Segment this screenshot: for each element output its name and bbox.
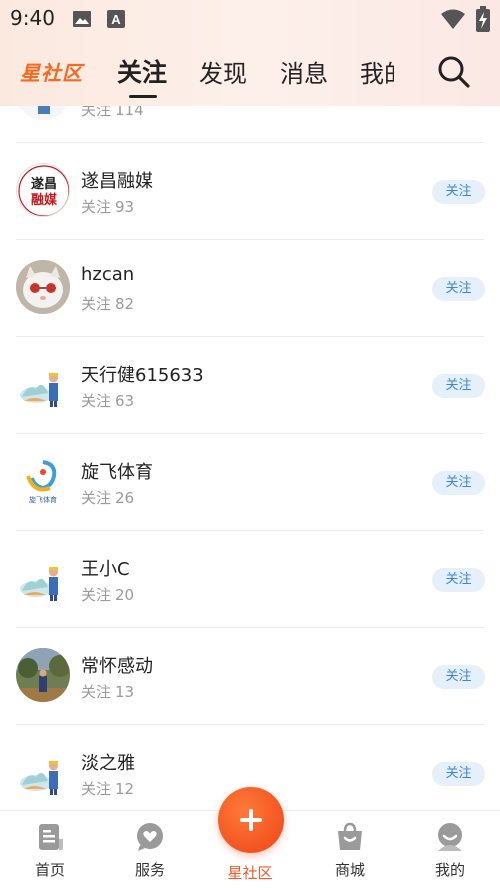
following-list: 关注 114 遂昌 融媒 遂昌融媒 关注 93 关注 hzcan 关注 82 关… [0,106,500,810]
follow-button[interactable]: 关注 [432,277,485,301]
tab-discover[interactable]: 发现 [199,54,247,89]
a-box-icon: A [107,10,125,28]
avatar-photo[interactable] [16,260,70,314]
nav-label: 星社区 [227,864,273,882]
user-name[interactable]: 遂昌融媒 [81,167,153,193]
nav-profile[interactable]: 我的 [400,811,500,888]
follower-count: 关注 20 [81,586,135,604]
follow-button[interactable]: 关注 [432,180,485,204]
follow-button[interactable]: 关注 [432,568,485,592]
nav-label: 首页 [34,861,65,879]
tab-messages[interactable]: 消息 [280,54,328,89]
list-item[interactable]: 旋飞体育 旋飞体育 关注 26 关注 [0,434,500,531]
list-item[interactable]: 常怀感动 关注 13 关注 [0,628,500,725]
user-name[interactable]: 旋飞体育 [81,458,153,484]
nav-label: 我的 [434,861,465,879]
nav-label: 商城 [334,861,365,879]
list-item[interactable]: hzcan 关注 82 关注 [0,240,500,337]
follower-count: 关注 82 [81,295,135,313]
follower-count: 关注 114 [81,106,144,119]
profile-icon [438,823,462,851]
avatar [16,106,70,120]
user-name[interactable]: 王小C [81,555,130,581]
follower-count: 关注 93 [81,198,135,216]
svg-text:遂昌: 遂昌 [31,176,57,192]
user-name[interactable]: hzcan [81,264,134,285]
user-name[interactable]: 常怀感动 [81,652,153,678]
nav-home[interactable]: 首页 [0,811,100,888]
status-time: 9:40 [10,6,55,30]
list-item[interactable]: 天行健615633 关注 63 关注 [0,337,500,434]
follower-count: 关注 26 [81,489,135,507]
follow-button[interactable]: 关注 [432,762,485,786]
follow-button[interactable]: 关注 [432,471,485,495]
shopping-bag-icon [338,822,362,850]
image-icon [73,11,91,27]
avatar-logo[interactable]: 旋飞体育 [16,454,70,508]
tab-following[interactable]: 关注 [117,53,167,89]
list-item[interactable]: 王小C 关注 20 关注 [0,531,500,628]
tab-mine[interactable]: 我的 [360,54,394,89]
wifi-icon [441,9,465,29]
nav-mall[interactable]: 商城 [300,811,400,888]
list-item[interactable]: 遂昌 融媒 遂昌融媒 关注 93 关注 [0,143,500,240]
tab-mine-clipped[interactable]: 我的 [360,52,394,92]
svg-text:融媒: 融媒 [31,192,58,208]
avatar-default[interactable] [16,745,70,799]
follow-button[interactable]: 关注 [432,374,485,398]
nav-label: 服务 [134,861,165,879]
list-item-partial[interactable]: 关注 114 [0,106,500,143]
svg-text:A: A [111,12,121,27]
nav-services[interactable]: 服务 [100,811,200,888]
avatar-photo[interactable] [16,648,70,702]
avatar-default[interactable] [16,357,70,411]
heart-bubble-icon [137,823,163,851]
search-icon[interactable] [437,55,471,89]
active-tab-indicator [129,95,157,98]
avatar-default[interactable] [16,551,70,605]
follow-button[interactable]: 关注 [432,665,485,689]
user-name[interactable]: 淡之雅 [81,749,135,775]
status-bar: 9:40 A [0,0,500,38]
home-doc-icon [39,824,63,850]
user-name[interactable]: 天行健615633 [81,361,204,387]
header-logo[interactable]: 星社区 [20,57,83,86]
follower-count: 关注 12 [81,780,135,798]
follower-count: 关注 63 [81,392,135,410]
avatar-logo[interactable]: 遂昌 融媒 [16,163,70,217]
follower-count: 关注 13 [81,683,135,701]
create-post-button[interactable] [218,787,284,853]
svg-text:旋飞体育: 旋飞体育 [29,495,57,504]
battery-charging-icon [476,6,490,32]
